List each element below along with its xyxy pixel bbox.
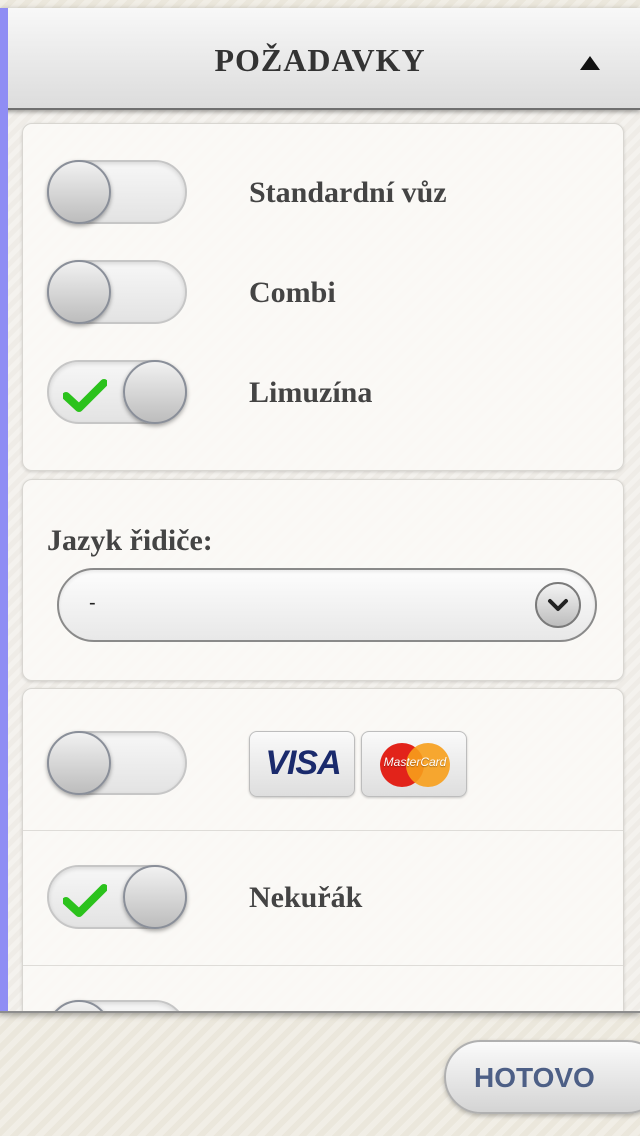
toggle-knob[interactable] — [123, 865, 187, 929]
panel-accent-bar — [0, 8, 8, 1011]
mastercard-icon: MasterCard — [361, 731, 467, 797]
vehicle-type-card: Standardní vůz Combi Limuzína — [22, 123, 624, 471]
vehicle-row-combi[interactable]: Combi — [23, 244, 623, 344]
chevron-down-icon[interactable] — [535, 582, 581, 628]
visa-logo-text: VISA — [265, 744, 341, 782]
combi-toggle[interactable] — [47, 260, 187, 324]
options-card: VISA MasterCard Nekuřák — [22, 688, 624, 1011]
checkmark-icon — [63, 379, 107, 412]
visa-icon: VISA — [249, 731, 355, 797]
standard-label: Standardní vůz — [249, 176, 447, 209]
driver-language-select[interactable]: - — [57, 568, 597, 642]
vehicle-row-limousine[interactable]: Limuzína — [23, 344, 623, 444]
card-payment-row[interactable]: VISA MasterCard — [23, 689, 623, 829]
done-button-label: HOTOVO — [474, 1062, 595, 1093]
non-smoker-toggle[interactable] — [47, 865, 187, 929]
partial-toggle[interactable] — [47, 1000, 187, 1011]
triangle-up-icon[interactable] — [580, 56, 600, 70]
toggle-knob[interactable] — [47, 1000, 111, 1011]
toggle-knob[interactable] — [47, 260, 111, 324]
standard-toggle[interactable] — [47, 160, 187, 224]
limousine-label: Limuzína — [249, 376, 373, 409]
card-payment-toggle[interactable] — [47, 731, 187, 795]
driver-language-label: Jazyk řidiče: — [47, 524, 213, 557]
toggle-knob[interactable] — [47, 731, 111, 795]
checkmark-icon — [63, 884, 107, 917]
vehicle-row-standard[interactable]: Standardní vůz — [23, 144, 623, 244]
panel-header[interactable]: POŽADAVKY — [0, 8, 640, 110]
toggle-knob[interactable] — [123, 360, 187, 424]
driver-language-card: Jazyk řidiče: - — [22, 479, 624, 681]
mastercard-logo-text: MasterCard — [383, 755, 447, 769]
non-smoker-row[interactable]: Nekuřák — [23, 831, 623, 965]
requirements-panel: POŽADAVKY Standardní vůz Combi Limuzína — [0, 8, 640, 1013]
driver-language-value: - — [89, 592, 96, 614]
non-smoker-label: Nekuřák — [249, 881, 363, 914]
panel-title: POŽADAVKY — [214, 42, 426, 78]
background-strip — [0, 0, 640, 8]
combi-label: Combi — [249, 276, 336, 309]
toggle-knob[interactable] — [47, 160, 111, 224]
done-button[interactable]: HOTOVO — [444, 1040, 640, 1114]
limousine-toggle[interactable] — [47, 360, 187, 424]
partial-option-row[interactable] — [23, 966, 623, 1011]
